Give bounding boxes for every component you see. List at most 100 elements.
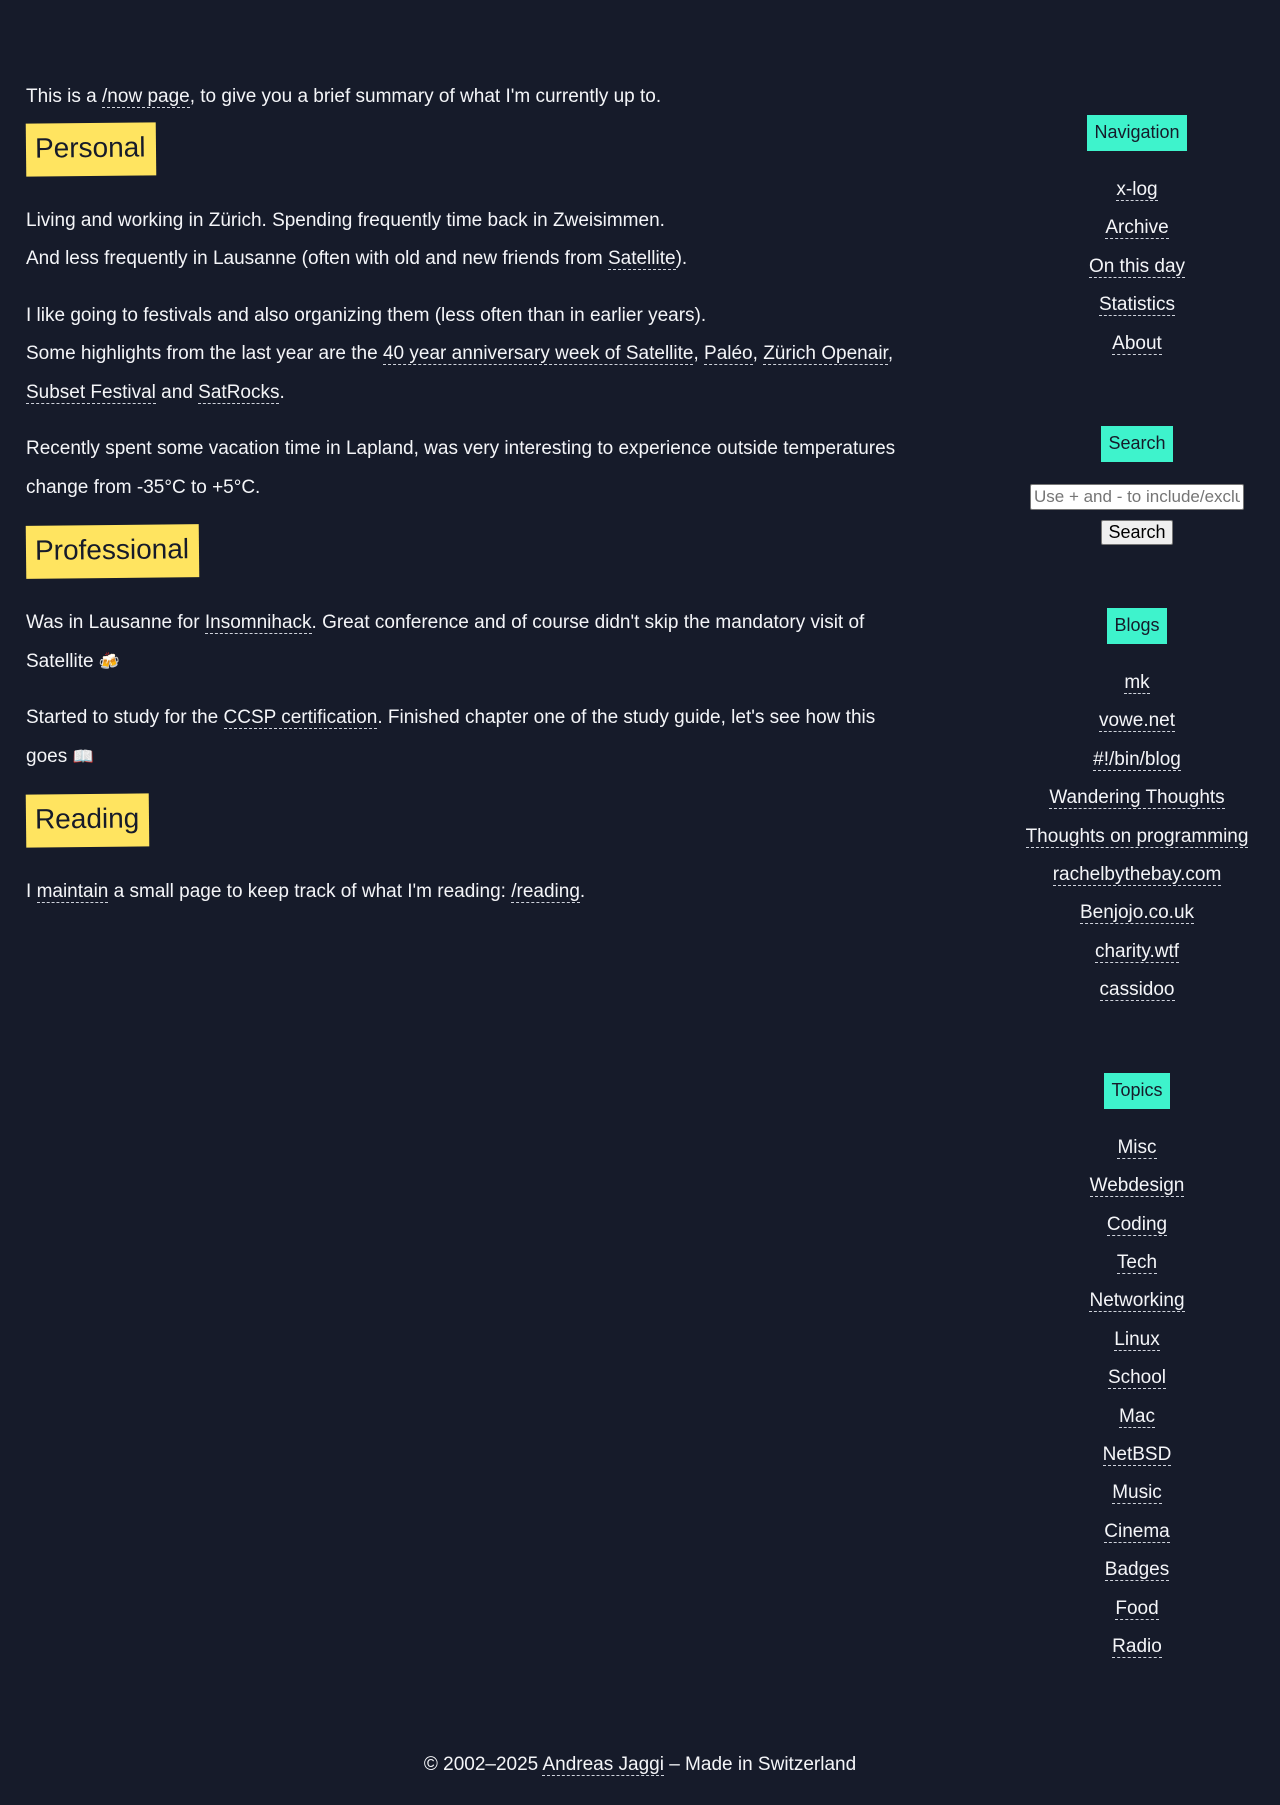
sidebar-list-item: School — [1012, 1359, 1262, 1397]
personal-paragraph-2: I like going to festivals and also organ… — [26, 297, 896, 413]
sidebar-list-item: Thoughts on programming — [1012, 818, 1262, 856]
nav-link[interactable]: x-log — [1116, 179, 1158, 201]
topic-link[interactable]: Radio — [1112, 1635, 1162, 1658]
reading-page-link[interactable]: /reading — [511, 881, 580, 903]
section-heading-reading: Reading — [25, 793, 150, 848]
blog-link[interactable]: charity.wtf — [1094, 940, 1180, 963]
topic-link[interactable]: Coding — [1106, 1213, 1168, 1236]
topic-link[interactable]: Tech — [1116, 1251, 1158, 1274]
ccsp-certification-link[interactable]: CCSP certification — [223, 707, 378, 729]
navigation-list: x-log Archive On this day Statistics About — [1012, 171, 1262, 363]
beer-mugs-icon: 🍻 — [98, 651, 121, 671]
footer: © 2002–2025 Andreas Jaggi – Made in Swit… — [0, 1748, 1280, 1782]
now-page-link[interactable]: /now page — [102, 86, 190, 108]
satrocks-link[interactable]: SatRocks — [198, 381, 280, 404]
topic-link[interactable]: Food — [1115, 1597, 1159, 1620]
search-title: Search — [1101, 426, 1173, 463]
blog-link[interactable]: Thoughts on programming — [1025, 825, 1249, 848]
paragraph-text: Started to study for the — [26, 707, 224, 728]
paragraph-text: . — [279, 381, 285, 403]
nav-link[interactable]: On this day — [1088, 255, 1186, 278]
personal-paragraph-1: Living and working in Zürich. Spending f… — [26, 202, 896, 279]
sidebar-list-item: Archive — [1012, 209, 1262, 247]
search-section: Search Search — [1012, 426, 1262, 546]
topics-title: Topics — [1104, 1072, 1170, 1109]
paragraph-text: and — [155, 381, 199, 403]
sidebar-list-item: Mac — [1012, 1398, 1262, 1436]
blog-link[interactable]: Wandering Thoughts — [1049, 787, 1225, 810]
topic-link[interactable]: Linux — [1114, 1328, 1160, 1351]
sidebar-list-item: Networking — [1012, 1282, 1262, 1320]
blog-link[interactable]: rachelbythebay.com — [1052, 864, 1222, 887]
blog-link[interactable]: mk — [1124, 672, 1150, 695]
blog-link[interactable]: vowe.net — [1098, 710, 1176, 733]
sidebar-list-item: vowe.net — [1012, 702, 1262, 740]
zurich-openair-link[interactable]: Zürich Openair — [763, 343, 888, 365]
paragraph-text: , — [752, 343, 764, 364]
sidebar-list-item: #!/bin/blog — [1012, 741, 1262, 779]
sidebar-list-item: Misc — [1012, 1129, 1262, 1167]
sidebar-list-item: Cinema — [1012, 1513, 1262, 1551]
sidebar-list-item: Food — [1012, 1590, 1262, 1628]
topic-link[interactable]: Music — [1112, 1482, 1162, 1505]
paragraph-text: . — [579, 881, 586, 902]
footer-tagline: – Made in Switzerland — [663, 1754, 857, 1775]
insomnihack-link[interactable]: Insomnihack — [204, 612, 312, 634]
sidebar-list-item: x-log — [1012, 171, 1262, 209]
paragraph-text: Living and working in Zürich. Spending f… — [26, 209, 665, 231]
paleo-link[interactable]: Paléo — [704, 343, 753, 365]
reading-paragraph: I maintain a small page to keep track of… — [26, 873, 896, 912]
topic-link[interactable]: Misc — [1117, 1136, 1157, 1159]
sidebar-list-item: On this day — [1012, 248, 1262, 286]
topic-link[interactable]: Webdesign — [1089, 1175, 1185, 1198]
nav-link[interactable]: Archive — [1105, 217, 1169, 240]
section-heading-professional: Professional — [25, 524, 200, 579]
intro-text: , to give you a brief summary of what I'… — [189, 86, 662, 107]
maintain-link[interactable]: maintain — [36, 881, 109, 903]
blog-link[interactable]: #!/bin/blog — [1093, 748, 1181, 771]
sidebar-list-item: Webdesign — [1012, 1167, 1262, 1205]
paragraph-text: I — [26, 881, 37, 902]
navigation-title: Navigation — [1087, 115, 1187, 151]
topics-list: Misc Webdesign Coding Tech Networking Linux Sc… — [1012, 1129, 1262, 1667]
sidebar-list-item: rachelbythebay.com — [1012, 856, 1262, 894]
sidebar-list-item: Coding — [1012, 1206, 1262, 1244]
paragraph-text: ). — [675, 248, 688, 269]
sidebar-list-item: charity.wtf — [1012, 933, 1262, 971]
topic-link[interactable]: Cinema — [1104, 1520, 1170, 1543]
main-content: This is a /now page, to give you a brief… — [25, 78, 896, 930]
sidebar-list-item: Badges — [1012, 1551, 1262, 1589]
satellite-link[interactable]: Satellite — [607, 248, 676, 270]
topic-link[interactable]: Mac — [1119, 1405, 1155, 1428]
section-heading-personal: Personal — [25, 121, 156, 177]
topics-section: Topics Misc Webdesign Coding Tech Networking… — [1012, 1072, 1262, 1667]
paragraph-text: , — [887, 343, 894, 364]
blogs-section: Blogs mk vowe.net #!/bin/blog Wandering Tho… — [1012, 608, 1262, 1010]
blogs-title: Blogs — [1107, 608, 1167, 645]
author-link[interactable]: Andreas Jaggi — [542, 1754, 664, 1776]
satellite-anniversary-link[interactable]: 40 year anniversary week of Satellite — [382, 343, 694, 365]
nav-link[interactable]: Statistics — [1098, 294, 1176, 317]
blog-link[interactable]: cassidoo — [1099, 979, 1175, 1002]
paragraph-text: , — [693, 343, 705, 364]
subset-festival-link[interactable]: Subset Festival — [26, 381, 156, 404]
topic-link[interactable]: Networking — [1089, 1290, 1185, 1313]
sidebar-list-item: Wandering Thoughts — [1012, 779, 1262, 817]
search-input[interactable] — [1030, 484, 1244, 511]
sidebar-list-item: Music — [1012, 1474, 1262, 1512]
sidebar-list-item: Radio — [1012, 1628, 1262, 1666]
sidebar-list-item: About — [1012, 325, 1262, 363]
sidebar-list-item: mk — [1012, 664, 1262, 702]
topic-link[interactable]: Badges — [1104, 1559, 1170, 1582]
blog-link[interactable]: Benjojo.co.uk — [1079, 902, 1195, 925]
topic-link[interactable]: School — [1107, 1367, 1167, 1390]
paragraph-text: Was in Lausanne for — [26, 612, 205, 633]
topic-link[interactable]: NetBSD — [1102, 1443, 1172, 1466]
nav-link[interactable]: About — [1112, 332, 1162, 355]
sidebar-list-item: NetBSD — [1012, 1436, 1262, 1474]
sidebar-list-item: Tech — [1012, 1244, 1262, 1282]
blogs-list: mk vowe.net #!/bin/blog Wandering Thoughts T… — [1012, 664, 1262, 1010]
search-button[interactable]: Search — [1101, 520, 1173, 546]
sidebar-list-item: Benjojo.co.uk — [1012, 894, 1262, 932]
paragraph-text: Some highlights from the last year are t… — [26, 343, 383, 364]
